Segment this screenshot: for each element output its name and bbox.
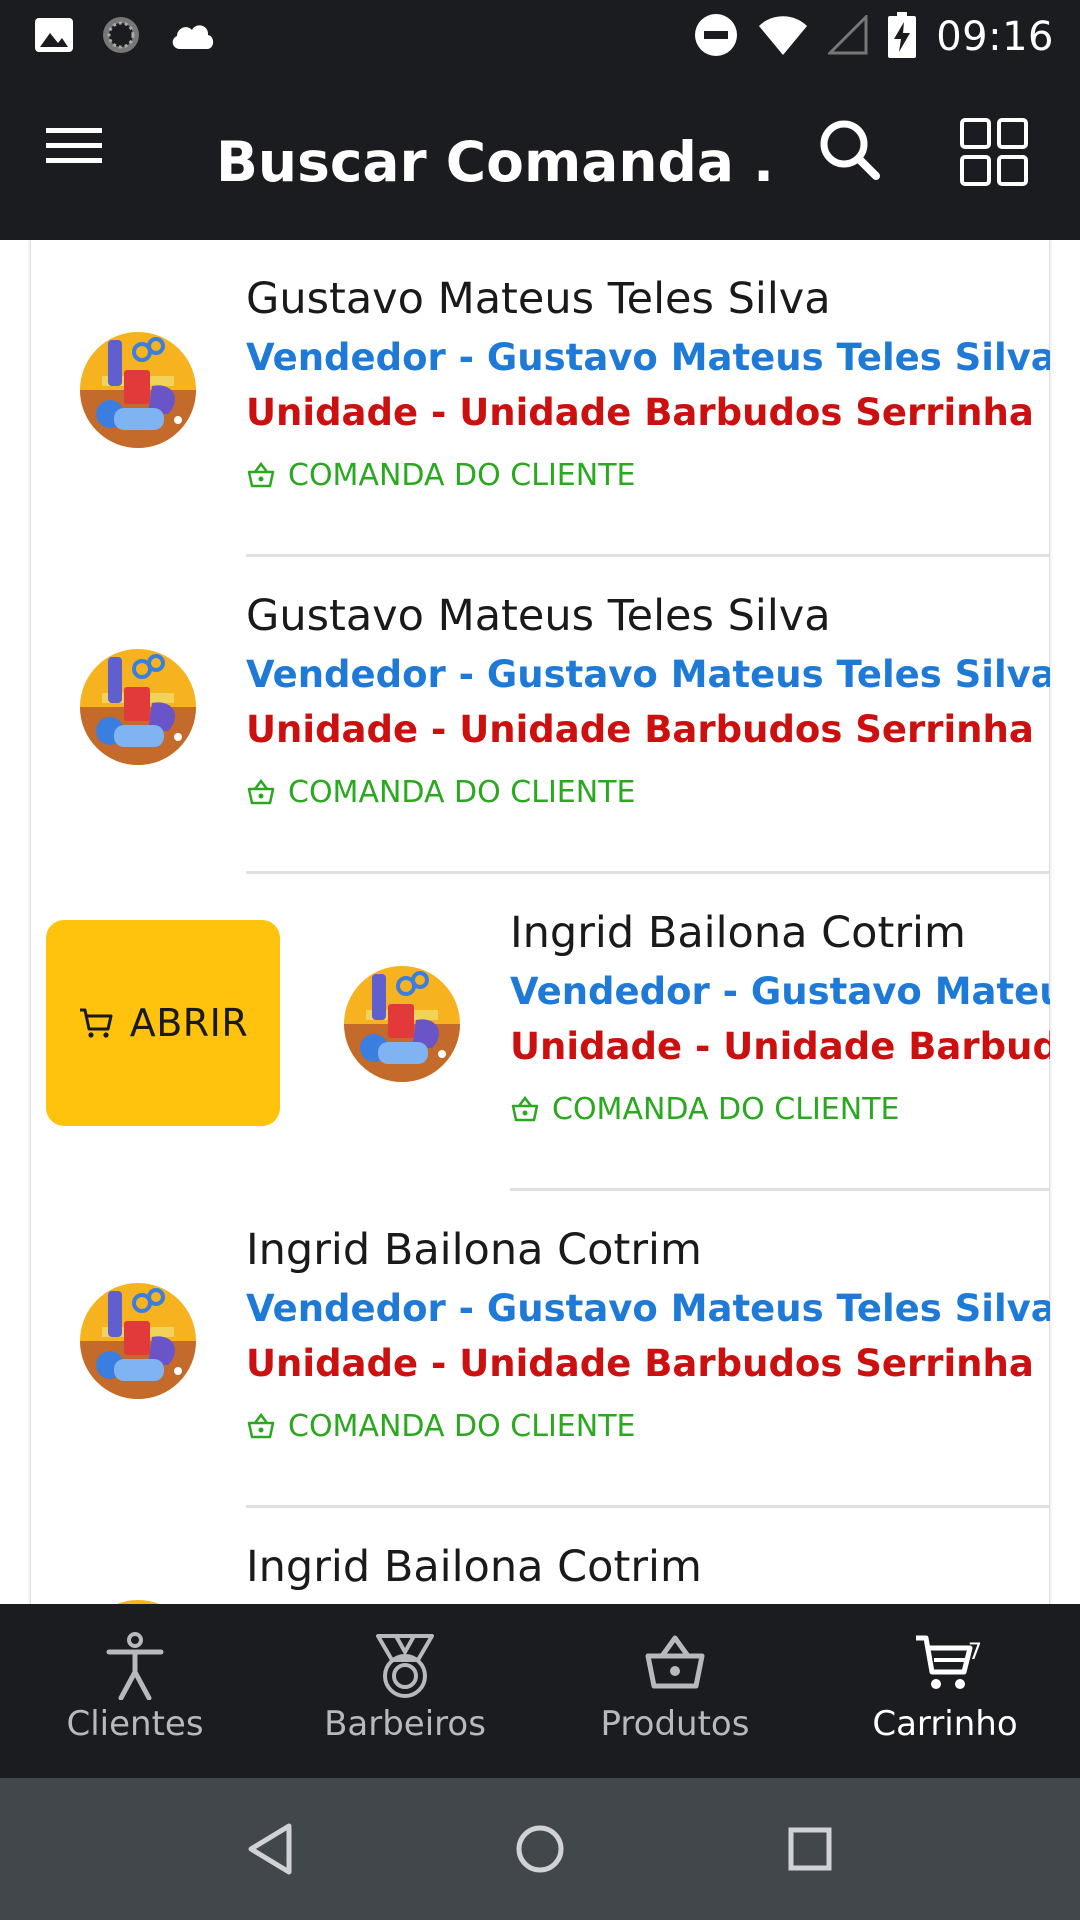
client-name: Gustavo Mateus Teles Silva <box>246 274 831 324</box>
barber-avatar-icon <box>78 647 198 767</box>
comanda-list[interactable]: Gustavo Mateus Teles Silva Vendedor - Gu… <box>0 240 1080 1604</box>
basket-icon <box>247 462 275 488</box>
list-item[interactable]: Ingrid Bailona Cotrim Vendedor - Gustavo… <box>30 1191 1050 1508</box>
client-name: Gustavo Mateus Teles Silva <box>246 591 831 641</box>
grid-view-icon <box>960 118 1028 190</box>
nav-label: Produtos <box>600 1704 750 1744</box>
home-icon <box>516 1825 564 1873</box>
unit-label: Unidade - Unidade Barbudos Serrinha <box>246 391 1034 434</box>
grid-view-button[interactable] <box>960 118 1032 190</box>
list-item-swiped[interactable]: ABRIR Ingrid Bailona Cotrim Vendedor - G… <box>30 874 1050 1191</box>
nav-item-clientes[interactable]: Clientes <box>0 1604 270 1778</box>
cart-icon <box>916 1635 973 1689</box>
barber-avatar-icon <box>78 330 198 450</box>
unit-label: Unidade - Unidade Barbudos Serrinha <box>246 1342 1034 1385</box>
medal-icon <box>376 1634 434 1698</box>
cart-icon <box>79 1008 113 1038</box>
client-name: Ingrid Bailona Cotrim <box>246 1225 702 1275</box>
loading-icon <box>100 14 142 61</box>
basket-icon <box>247 779 275 805</box>
nav-label: Carrinho <box>872 1704 1018 1744</box>
comanda-tag: COMANDA DO CLIENTE <box>246 444 1050 506</box>
menu-button[interactable] <box>46 126 122 186</box>
list-item[interactable]: Ingrid Bailona Cotrim <box>30 1508 1050 1604</box>
comanda-tag-label: COMANDA DO CLIENTE <box>288 1408 636 1444</box>
client-name: Ingrid Bailona Cotrim <box>510 908 966 958</box>
search-button[interactable] <box>818 118 890 190</box>
vendor-label: Vendedor - Gustavo Mateus Teles Silva <box>246 1287 1050 1330</box>
nav-label: Clientes <box>66 1704 204 1744</box>
vendor-label: Vendedor - Gustavo Mateus Teles Silva <box>246 336 1050 379</box>
back-icon <box>248 1823 292 1875</box>
nav-item-barbeiros[interactable]: Barbeiros <box>270 1604 540 1778</box>
status-bar: 09:16 <box>0 0 1080 74</box>
comanda-tag: COMANDA DO CLIENTE <box>246 1395 1050 1457</box>
page-title: Buscar Comanda . <box>216 130 775 194</box>
system-navigation-bar <box>0 1778 1080 1920</box>
back-button[interactable] <box>235 1814 305 1884</box>
wifi-icon <box>758 15 808 60</box>
barber-avatar-icon <box>342 964 462 1084</box>
basket-icon <box>247 1413 275 1439</box>
battery-charging-icon <box>888 11 917 63</box>
recents-icon <box>788 1827 832 1871</box>
clock-time: 09:16 <box>936 14 1054 60</box>
search-icon <box>818 120 882 186</box>
nav-item-carrinho[interactable]: Carrinho <box>810 1604 1080 1778</box>
vendor-label: Vendedor - Gustavo Mateus Teles Silva <box>246 653 1050 696</box>
vendor-label: Vendedor - Gustavo Mateus Teles Silva <box>510 970 1050 1013</box>
cloud-icon <box>168 19 216 56</box>
bottom-navigation: Clientes Barbeiros Produtos Carrinho <box>0 1604 1080 1778</box>
cart-count-badge: 7 <box>968 1640 982 1665</box>
client-name: Ingrid Bailona Cotrim <box>246 1542 702 1592</box>
menu-icon <box>46 128 102 170</box>
image-icon <box>34 17 74 58</box>
unit-label: Unidade - Unidade Barbudos Serrinha <box>246 708 1034 751</box>
list-item[interactable]: Gustavo Mateus Teles Silva Vendedor - Gu… <box>30 557 1050 874</box>
list-item[interactable]: Gustavo Mateus Teles Silva Vendedor - Gu… <box>30 240 1050 557</box>
home-button[interactable] <box>505 1814 575 1884</box>
basket-icon <box>511 1096 539 1122</box>
barber-avatar-icon <box>78 1281 198 1401</box>
unit-label: Unidade - Unidade Barbudos Serrinha <box>510 1025 1050 1068</box>
nav-item-produtos[interactable]: Produtos <box>540 1604 810 1778</box>
comanda-tag-label: COMANDA DO CLIENTE <box>552 1091 900 1127</box>
signal-icon <box>826 12 868 60</box>
comanda-tag-label: COMANDA DO CLIENTE <box>288 457 636 493</box>
recents-button[interactable] <box>775 1814 845 1884</box>
app-bar: Buscar Comanda . <box>0 74 1080 240</box>
basket-icon <box>645 1635 705 1689</box>
do-not-disturb-icon <box>694 13 738 62</box>
comanda-tag: COMANDA DO CLIENTE <box>246 761 1050 823</box>
person-icon <box>106 1632 164 1700</box>
open-comanda-button[interactable]: ABRIR <box>46 920 280 1126</box>
comanda-tag-label: COMANDA DO CLIENTE <box>288 774 636 810</box>
open-comanda-label: ABRIR <box>129 1001 249 1045</box>
nav-label: Barbeiros <box>324 1704 486 1744</box>
comanda-tag: COMANDA DO CLIENTE <box>510 1078 1050 1140</box>
